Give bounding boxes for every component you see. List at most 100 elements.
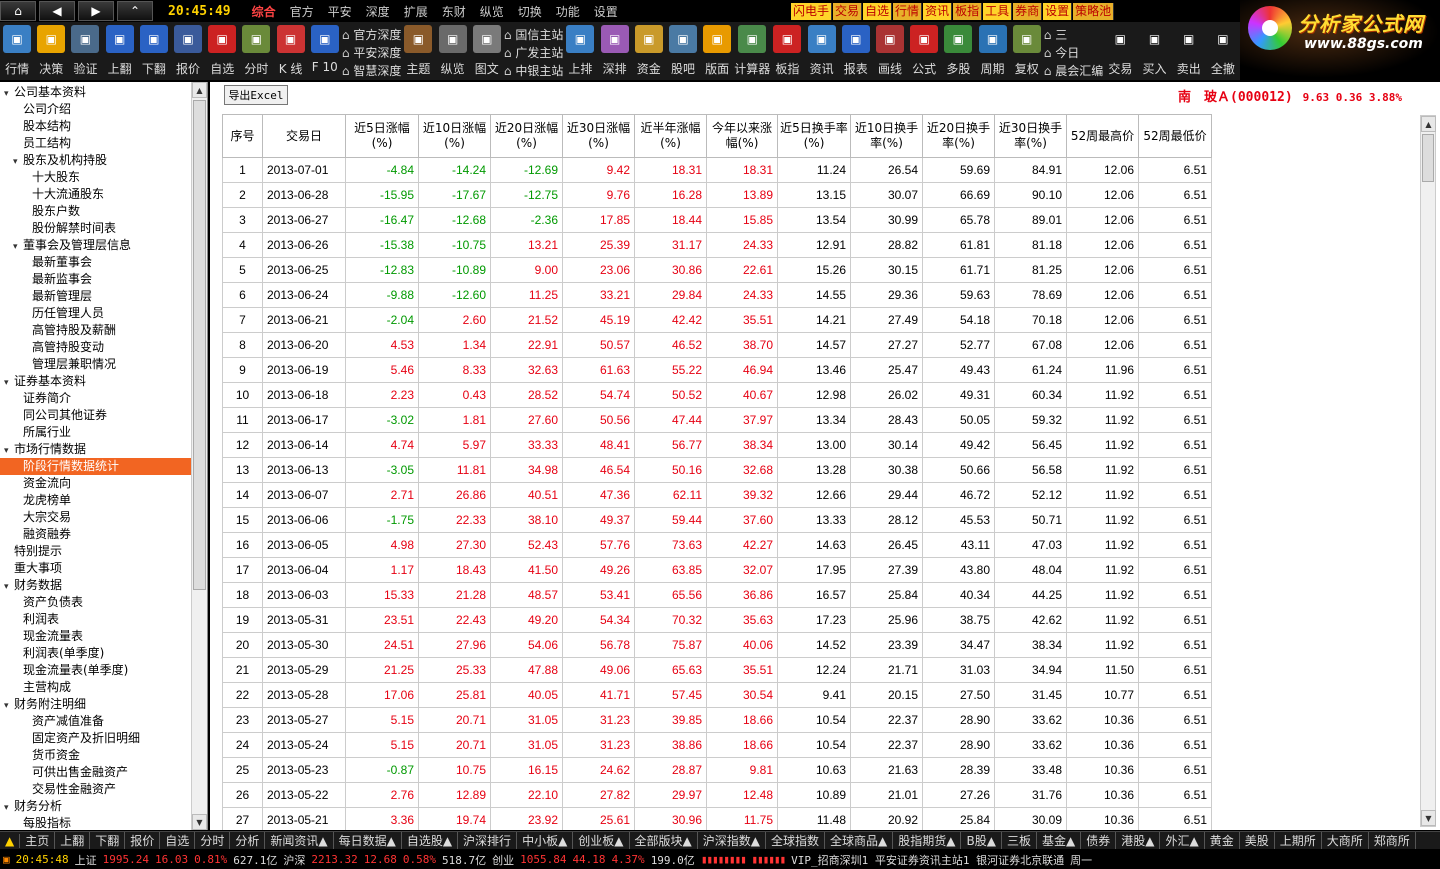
column-header[interactable]: 交易日 <box>262 114 346 158</box>
quick-button-2[interactable]: 自选 <box>862 3 893 20</box>
tree-item[interactable]: ▾ 财务数据 <box>0 577 192 594</box>
tree-item[interactable]: 最新监事会 <box>0 271 192 288</box>
table-row[interactable]: 3 2013-06-27 -16.47 -12.68 -2.36 17.85 18.44 15… <box>222 207 1212 233</box>
scroll-up-icon[interactable]: ▲ <box>192 82 207 98</box>
tool-tools4-0[interactable]: ▣ 交易 <box>1103 22 1137 77</box>
cy-index[interactable]: 1055.84 <box>517 853 569 866</box>
table-row[interactable]: 9 2013-06-19 5.46 8.33 32.63 61.63 55.22 46.94 1… <box>222 357 1212 383</box>
tree-item[interactable]: 高管持股变动 <box>0 339 192 356</box>
table-row[interactable]: 20 2013-05-30 24.51 27.96 54.06 56.78 75.87 40.… <box>222 632 1212 658</box>
bottom-tab-15[interactable]: 全球指数 <box>766 832 826 849</box>
back-button[interactable]: ◀ <box>39 1 75 21</box>
menu-5[interactable]: 东财 <box>435 5 473 19</box>
tool-tools3-1[interactable]: ▣ 深排 <box>598 22 632 77</box>
tree-item[interactable]: 固定资产及折旧明细 <box>0 730 192 747</box>
table-row[interactable]: 22 2013-05-28 17.06 25.81 40.05 41.71 57.45 30.… <box>222 682 1212 708</box>
bottom-tab-17[interactable]: 股指期货▲ <box>893 832 962 849</box>
tool-tools3-8[interactable]: ▣ 报表 <box>839 22 873 77</box>
tool-tools3-7[interactable]: ▣ 资讯 <box>804 22 838 77</box>
bottom-tab-0[interactable]: 主页 <box>20 832 56 849</box>
tree-item[interactable]: 高管持股及薪酬 <box>0 322 192 339</box>
tree-item[interactable]: 所属行业 <box>0 424 192 441</box>
tree-item[interactable]: 龙虎榜单 <box>0 492 192 509</box>
tool-tools2-1[interactable]: ▣ 纵览 <box>436 22 470 77</box>
bottom-tab-21[interactable]: 债券 <box>1081 832 1117 849</box>
table-row[interactable]: 11 2013-06-17 -3.02 1.81 27.60 50.56 47.44 37.9… <box>222 407 1212 433</box>
quick-button-5[interactable]: 板指 <box>952 3 983 20</box>
tree-item[interactable]: ▾ 证券基本资料 <box>0 373 192 390</box>
quick-button-3[interactable]: 行情 <box>892 3 923 20</box>
tool-tools4-3[interactable]: ▣ 全撤 <box>1206 22 1240 77</box>
tool-tools1-3[interactable]: ▣ 上翻 <box>103 22 137 77</box>
quick-button-9[interactable]: 策略池 <box>1072 3 1115 20</box>
tree-item[interactable]: 同公司其他证券 <box>0 407 192 424</box>
export-excel-button[interactable]: 导出Excel <box>224 85 288 105</box>
scroll-down-icon[interactable]: ▼ <box>1421 810 1436 826</box>
column-header[interactable]: 近20日换手率(%) <box>922 114 995 158</box>
tree-item[interactable]: ▾ 财务附注明细 <box>0 696 192 713</box>
tool-tools1-0[interactable]: ▣ 行情 <box>0 22 34 77</box>
bottom-tab-27[interactable]: 大商所 <box>1322 832 1369 849</box>
tool-link-triple3-0[interactable]: 三 <box>1044 26 1103 44</box>
tool-tools1-4[interactable]: ▣ 下翻 <box>137 22 171 77</box>
tree-item[interactable]: 资产减值准备 <box>0 713 192 730</box>
tree-item[interactable]: 公司介绍 <box>0 101 192 118</box>
tool-tools3-12[interactable]: ▣ 周期 <box>975 22 1009 77</box>
scroll-down-icon[interactable]: ▼ <box>192 814 207 830</box>
bottom-tab-9[interactable]: 自选股▲ <box>402 832 459 849</box>
bottom-tab-7[interactable]: 新闻资讯▲ <box>265 832 334 849</box>
tree-item[interactable]: ▾ 公司基本资料 <box>0 84 192 101</box>
bottom-tab-23[interactable]: 外汇▲ <box>1160 832 1205 849</box>
bottom-tab-18[interactable]: B股▲ <box>961 832 1002 849</box>
tool-tools2-0[interactable]: ▣ 主题 <box>401 22 435 77</box>
table-row[interactable]: 8 2013-06-20 4.53 1.34 22.91 50.57 46.52 38.70 1… <box>222 332 1212 358</box>
bottom-tab-13[interactable]: 全部版块▲ <box>630 832 698 849</box>
tool-tools1-9[interactable]: ▣ F 10 <box>308 22 342 74</box>
tool-tools2-2[interactable]: ▣ 图文 <box>470 22 504 77</box>
bottom-tab-10[interactable]: 沪深排行 <box>458 832 518 849</box>
tree-item[interactable]: 员工结构 <box>0 135 192 152</box>
table-row[interactable]: 24 2013-05-24 5.15 20.71 31.05 31.23 38.86 18.6… <box>222 732 1212 758</box>
table-row[interactable]: 15 2013-06-06 -1.75 22.33 38.10 49.37 59.44 37.… <box>222 507 1212 533</box>
sh-index[interactable]: 1995.24 <box>100 853 152 866</box>
tree-item[interactable]: 利润表(单季度) <box>0 645 192 662</box>
table-row[interactable]: 21 2013-05-29 21.25 25.33 47.88 49.06 65.63 35.… <box>222 657 1212 683</box>
column-header[interactable]: 近10日换手率(%) <box>850 114 923 158</box>
table-row[interactable]: 10 2013-06-18 2.23 0.43 28.52 54.74 50.52 40.67… <box>222 382 1212 408</box>
bottom-tab-19[interactable]: 三板 <box>1002 832 1037 849</box>
quick-button-7[interactable]: 券商 <box>1012 3 1043 20</box>
tool-tools4-1[interactable]: ▣ 买入 <box>1137 22 1171 77</box>
tool-tools3-0[interactable]: ▣ 上排 <box>563 22 597 77</box>
bottom-tab-2[interactable]: 下翻 <box>90 832 126 849</box>
column-header[interactable]: 近30日涨幅(%) <box>562 114 635 158</box>
table-row[interactable]: 26 2013-05-22 2.76 12.89 22.10 27.82 29.97 12.4… <box>222 782 1212 808</box>
tool-tools3-4[interactable]: ▣ 版面 <box>700 22 734 77</box>
table-row[interactable]: 1 2013-07-01 -4.84 -14.24 -12.69 9.42 18.31 18.… <box>222 157 1212 183</box>
bottom-tab-20[interactable]: 基金▲ <box>1037 832 1082 849</box>
scroll-thumb[interactable] <box>1422 134 1434 182</box>
table-row[interactable]: 23 2013-05-27 5.15 20.71 31.05 31.23 39.85 18.6… <box>222 707 1212 733</box>
table-row[interactable]: 7 2013-06-21 -2.04 2.60 21.52 45.19 42.42 35.51… <box>222 307 1212 333</box>
hs-index[interactable]: 2213.32 <box>308 853 360 866</box>
tree-item[interactable]: 阶段行情数据统计 <box>0 458 192 475</box>
menu-6[interactable]: 纵览 <box>473 5 511 19</box>
menu-7[interactable]: 切换 <box>511 5 549 19</box>
tool-tools3-10[interactable]: ▣ 公式 <box>907 22 941 77</box>
tree-item[interactable]: 现金流量表(单季度) <box>0 662 192 679</box>
tool-link-triple1-0[interactable]: 官方深度 <box>342 26 401 44</box>
quick-button-1[interactable]: 交易 <box>832 3 863 20</box>
tree-item[interactable]: 资产负债表 <box>0 594 192 611</box>
tree-item[interactable]: 大宗交易 <box>0 509 192 526</box>
menu-0[interactable]: 综合 <box>245 5 283 19</box>
tool-tools3-6[interactable]: ▣ 板指 <box>770 22 804 77</box>
home-button[interactable]: ⌂ <box>0 1 36 21</box>
table-scrollbar[interactable]: ▲ ▼ <box>1420 115 1436 827</box>
tree-item[interactable]: 利润表 <box>0 611 192 628</box>
tool-tools3-3[interactable]: ▣ 股吧 <box>666 22 700 77</box>
tool-tools3-11[interactable]: ▣ 多股 <box>941 22 975 77</box>
tree-item[interactable]: 可供出售金融资产 <box>0 764 192 781</box>
bottom-tab-1[interactable]: 上翻 <box>55 832 91 849</box>
tool-tools3-9[interactable]: ▣ 画线 <box>873 22 907 77</box>
bottom-tab-26[interactable]: 上期所 <box>1275 832 1322 849</box>
tree-item[interactable]: ▾ 市场行情数据 <box>0 441 192 458</box>
